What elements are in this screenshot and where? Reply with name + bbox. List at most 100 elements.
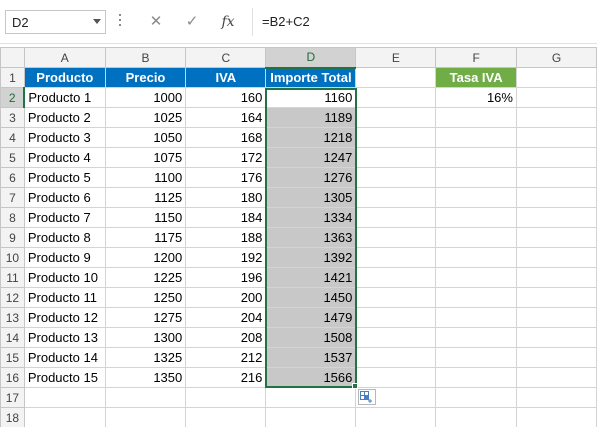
cell[interactable] (515, 167, 597, 188)
column-header-c[interactable]: C (185, 47, 267, 68)
product-cell[interactable]: Producto 2 (23, 107, 106, 128)
cell[interactable] (515, 307, 597, 328)
cell[interactable] (104, 407, 187, 427)
price-cell[interactable]: 1200 (104, 247, 187, 268)
cell[interactable] (515, 267, 597, 288)
column-header-a[interactable]: A (23, 47, 106, 68)
row-header[interactable]: 2 (0, 87, 26, 108)
row-header[interactable]: 15 (0, 347, 25, 368)
cell[interactable] (355, 247, 437, 268)
cell[interactable] (435, 387, 517, 408)
product-cell[interactable]: Producto 7 (23, 207, 106, 228)
total-cell[interactable]: 1450 (265, 287, 357, 308)
price-cell[interactable]: 1250 (104, 287, 187, 308)
iva-cell[interactable]: 208 (185, 327, 267, 348)
cell[interactable] (265, 387, 357, 408)
header-cell-precio[interactable]: Precio (104, 67, 187, 88)
cell[interactable] (515, 67, 597, 88)
formula-input[interactable]: =B2+C2 (258, 10, 593, 34)
product-cell[interactable]: Producto 9 (23, 247, 106, 268)
cell[interactable] (355, 407, 437, 427)
total-cell[interactable]: 1421 (265, 267, 357, 288)
cell[interactable] (435, 167, 517, 188)
total-cell[interactable]: 1537 (265, 347, 357, 368)
price-cell[interactable]: 1350 (104, 367, 187, 388)
iva-cell[interactable]: 196 (185, 267, 267, 288)
cell[interactable] (435, 267, 517, 288)
cell[interactable] (355, 227, 437, 248)
cell[interactable] (435, 187, 517, 208)
iva-cell[interactable]: 204 (185, 307, 267, 328)
price-cell[interactable]: 1050 (104, 127, 187, 148)
cell[interactable] (435, 107, 517, 128)
product-cell[interactable]: Producto 14 (23, 347, 106, 368)
cell[interactable] (515, 87, 597, 108)
price-cell[interactable]: 1000 (104, 87, 187, 108)
price-cell[interactable]: 1075 (104, 147, 187, 168)
cell[interactable] (355, 347, 437, 368)
cell[interactable] (185, 407, 267, 427)
column-header-e[interactable]: E (355, 47, 437, 68)
price-cell[interactable]: 1150 (104, 207, 187, 228)
cell[interactable] (355, 167, 437, 188)
cell[interactable] (355, 147, 437, 168)
price-cell[interactable]: 1025 (104, 107, 187, 128)
row-header[interactable]: 16 (0, 367, 25, 388)
row-header[interactable]: 3 (0, 107, 25, 128)
total-cell[interactable]: 1363 (265, 227, 357, 248)
cell[interactable] (515, 407, 597, 427)
product-cell[interactable]: Producto 13 (23, 327, 106, 348)
drag-handle-icon[interactable] (119, 14, 122, 30)
cell[interactable] (515, 207, 597, 228)
total-cell[interactable]: 1479 (265, 307, 357, 328)
row-header[interactable]: 5 (0, 147, 25, 168)
cell[interactable] (515, 127, 597, 148)
cell[interactable] (355, 187, 437, 208)
total-cell[interactable]: 1160 (265, 87, 357, 108)
iva-cell[interactable]: 160 (185, 87, 267, 108)
cell[interactable] (515, 107, 597, 128)
row-header[interactable]: 17 (0, 387, 25, 408)
cell[interactable] (515, 287, 597, 308)
price-cell[interactable]: 1300 (104, 327, 187, 348)
cell[interactable] (515, 187, 597, 208)
total-cell[interactable]: 1305 (265, 187, 357, 208)
iva-cell[interactable]: 168 (185, 127, 267, 148)
total-cell[interactable]: 1566 (265, 367, 357, 388)
cell[interactable] (435, 367, 517, 388)
row-header[interactable]: 14 (0, 327, 25, 348)
cell[interactable] (435, 407, 517, 427)
row-header[interactable]: 7 (0, 187, 25, 208)
insert-function-button[interactable]: fx (213, 10, 243, 34)
cell[interactable] (435, 247, 517, 268)
iva-cell[interactable]: 216 (185, 367, 267, 388)
cell[interactable] (355, 107, 437, 128)
product-cell[interactable]: Producto 10 (23, 267, 106, 288)
cell[interactable] (355, 207, 437, 228)
row-header[interactable]: 12 (0, 287, 25, 308)
total-cell[interactable]: 1247 (265, 147, 357, 168)
cell[interactable] (265, 407, 357, 427)
product-cell[interactable]: Producto 15 (23, 367, 106, 388)
total-cell[interactable]: 1392 (265, 247, 357, 268)
formula-text[interactable]: =B2+C2 (262, 14, 310, 29)
cell[interactable] (355, 327, 437, 348)
iva-cell[interactable]: 164 (185, 107, 267, 128)
cell[interactable] (515, 367, 597, 388)
total-cell[interactable]: 1276 (265, 167, 357, 188)
enter-icon[interactable]: ✓ (177, 10, 207, 34)
price-cell[interactable]: 1125 (104, 187, 187, 208)
cell[interactable] (515, 387, 597, 408)
paste-options-button[interactable] (358, 389, 376, 405)
cell[interactable] (23, 407, 106, 427)
product-cell[interactable]: Producto 11 (23, 287, 106, 308)
cell[interactable] (435, 307, 517, 328)
cell[interactable] (355, 307, 437, 328)
cell[interactable] (355, 67, 437, 88)
iva-cell[interactable]: 172 (185, 147, 267, 168)
cell[interactable] (23, 387, 106, 408)
name-box-value[interactable]: D2 (12, 15, 29, 30)
select-all-corner[interactable] (0, 47, 25, 68)
cell[interactable] (435, 127, 517, 148)
row-header[interactable]: 9 (0, 227, 25, 248)
